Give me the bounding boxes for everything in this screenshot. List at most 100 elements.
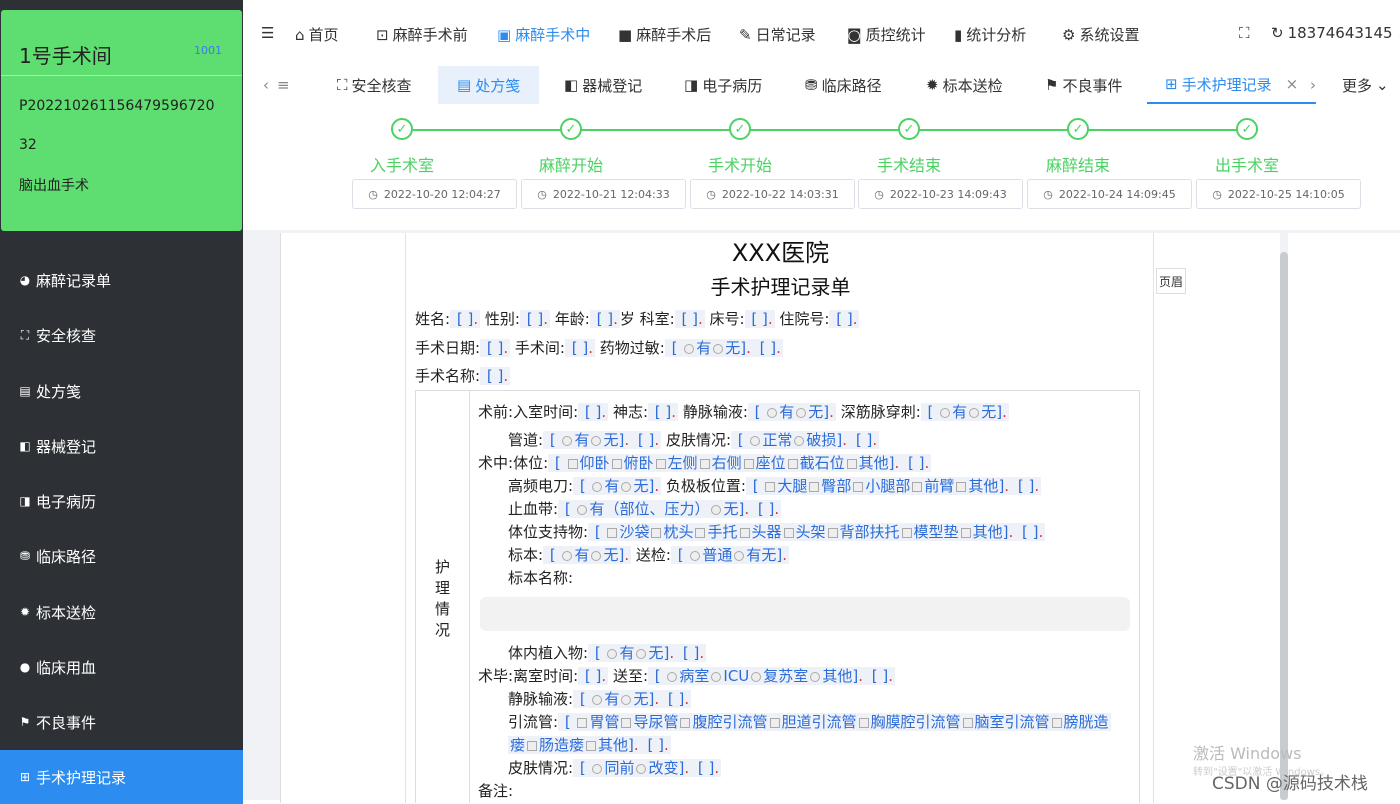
- step-time-input[interactable]: ◷ 2022-10-21 12:04:33: [521, 179, 686, 209]
- deep-vein-radio[interactable]: [ 有无].: [920, 403, 1009, 421]
- drain-checkbox-group[interactable]: [ 胃管 导尿管 腹腔引流管 胆道引流管 胸膜腔引流管 脑室引流管 膀胱造: [558, 713, 1111, 731]
- field-label: 性别:: [484, 310, 520, 328]
- nav-stats[interactable]: ▮ 统计分析: [954, 24, 1026, 45]
- inpatient-field[interactable]: [ ].: [829, 310, 860, 328]
- field-label: 体内植入物:: [508, 644, 589, 662]
- bed-field[interactable]: [ ].: [744, 310, 775, 328]
- drain-detail-field[interactable]: [ ].: [640, 736, 671, 754]
- close-icon[interactable]: ×: [1286, 75, 1299, 93]
- tab-emr[interactable]: ◨ 电子病历: [684, 66, 762, 104]
- name-field[interactable]: [ ].: [450, 310, 481, 328]
- tab-pathway[interactable]: ⛃ 临床路径: [805, 66, 882, 104]
- skin-detail-field[interactable]: [ ].: [849, 431, 880, 449]
- tube-radio[interactable]: [ 有无].: [543, 431, 632, 449]
- step-time-input[interactable]: ◷ 2022-10-23 14:09:43: [858, 179, 1023, 209]
- room-code: 1001: [194, 44, 222, 57]
- chevron-down-icon: ⌄: [1376, 76, 1389, 94]
- age-field[interactable]: [ ].: [589, 310, 620, 328]
- tab-prescription[interactable]: ▤ 处方笺: [438, 66, 540, 104]
- hf-knife-radio[interactable]: [ 有无].: [573, 477, 662, 495]
- nav-quality[interactable]: ◙ 质控统计: [847, 24, 926, 45]
- sidebar-item-anesthesia-record[interactable]: ◕ 麻醉记录单: [0, 253, 243, 307]
- support-checkbox-group[interactable]: [ 沙袋 枕头 手托 头器 头架 背部扶托 模型垫 其他].: [588, 523, 1016, 541]
- tab-nursing[interactable]: ⊞ 手术护理记录 ×: [1147, 66, 1317, 104]
- nav-post-op[interactable]: ■ 麻醉手术后: [618, 24, 711, 45]
- sidebar-item-nursing[interactable]: ⊞ 手术护理记录: [0, 750, 243, 804]
- dept-field[interactable]: [ ].: [674, 310, 705, 328]
- option-label: 胸膜腔引流管: [870, 713, 961, 731]
- tourniquet-radio[interactable]: [ 有（部位、压力） 无].: [558, 500, 752, 518]
- step-time-input[interactable]: ◷ 2022-10-25 14:10:05: [1196, 179, 1361, 209]
- entry-time-field[interactable]: [ ].: [578, 403, 609, 421]
- iv-radio[interactable]: [ 有无].: [747, 403, 836, 421]
- clock-icon: ◷: [1043, 187, 1053, 201]
- tourniquet-detail-field[interactable]: [ ].: [751, 500, 782, 518]
- post-skin-detail-field[interactable]: [ ].: [691, 759, 722, 777]
- allergy-radio[interactable]: [ 有无].: [664, 339, 753, 357]
- send-radio[interactable]: [ 普通 有无].: [670, 546, 790, 564]
- sidebar-item-adverse[interactable]: ⚑ 不良事件: [0, 695, 243, 749]
- position-checkbox-group[interactable]: [ 仰卧 俯卧 左侧 右侧 座位 截石位 其他].: [548, 454, 902, 472]
- position-detail-field[interactable]: [ ].: [901, 454, 932, 472]
- surgery-name-field[interactable]: [ ].: [480, 367, 511, 385]
- tab-bar: ‹ ≡ ⛶ 安全核查 ▤ 处方笺 ◧ 器械登记 ◨ 电子病历 ⛃ 临床路径 ✹ 标本送检 ⚑…: [243, 66, 1400, 104]
- post-iv-radio[interactable]: [ 有无].: [573, 690, 662, 708]
- intra-op-line-1: 术中:体位: [ 仰卧 俯卧 左侧 右侧 座位 截石位 其他]. [ ].: [478, 452, 932, 473]
- sidebar-item-blood[interactable]: ● 临床用血: [0, 640, 243, 694]
- implant-radio[interactable]: [ 有无].: [588, 644, 677, 662]
- tab-partial[interactable]: ≡: [277, 66, 290, 104]
- nav-daily[interactable]: ✎ 日常记录: [739, 24, 816, 45]
- tab-specimen[interactable]: ✹ 标本送检: [926, 66, 1003, 104]
- plate-detail-field[interactable]: [ ].: [1011, 477, 1042, 495]
- user-menu[interactable]: ↻18374643145⌄: [1271, 24, 1400, 42]
- nav-label: 系统设置: [1079, 26, 1140, 44]
- page-header-button[interactable]: 页眉: [1156, 268, 1186, 294]
- surgery-date-field[interactable]: [ ].: [480, 339, 511, 357]
- allergy-detail-field[interactable]: [ ].: [752, 339, 783, 357]
- step-time-input[interactable]: ◷ 2022-10-20 12:04:27: [352, 179, 517, 209]
- section-label: 术中:: [478, 454, 514, 472]
- sidebar-item-instrument[interactable]: ◧ 器械登记: [0, 419, 243, 473]
- leave-time-field[interactable]: [ ].: [578, 667, 609, 685]
- drain-checkbox-group-cont[interactable]: 瘘肠造瘘 其他].: [508, 736, 641, 754]
- sidebar-item-label: 不良事件: [36, 713, 97, 732]
- destination-detail-field[interactable]: [ ].: [864, 667, 895, 685]
- tube-detail-field[interactable]: [ ].: [631, 431, 662, 449]
- specimen-name-textarea[interactable]: [480, 597, 1130, 631]
- tab-scroll-right-icon[interactable]: ›: [1310, 66, 1316, 104]
- nav-pre-op[interactable]: ⊡ 麻醉手术前: [376, 24, 468, 45]
- option-label: 无: [981, 403, 997, 421]
- step-check-icon: ✓: [1236, 118, 1258, 140]
- sidebar-item-specimen[interactable]: ✹ 标本送检: [0, 585, 243, 639]
- nav-home[interactable]: ⌂ 首页: [295, 24, 339, 45]
- menu-fold-icon[interactable]: ☰: [261, 24, 274, 42]
- sidebar-item-prescription[interactable]: ▤ 处方笺: [0, 364, 243, 418]
- support-detail-field[interactable]: [ ].: [1015, 523, 1046, 541]
- tab-more[interactable]: 更多 ⌄: [1342, 66, 1389, 104]
- implant-detail-field[interactable]: [ ].: [676, 644, 707, 662]
- post-skin-radio[interactable]: [ 同前 改变].: [573, 759, 692, 777]
- nav-intra-op[interactable]: ▣ 麻醉手术中: [497, 24, 590, 45]
- surgery-room-field[interactable]: [ ].: [564, 339, 595, 357]
- sidebar-item-pathway[interactable]: ⛃ 临床路径: [0, 529, 243, 583]
- room-card[interactable]: 1号手术间 1001 P202210261156479596720 32 脑出血…: [1, 10, 242, 231]
- tab-safety[interactable]: ⛶ 安全核查: [337, 66, 412, 104]
- step-time-input[interactable]: ◷ 2022-10-24 14:09:45: [1027, 179, 1192, 209]
- scrollbar[interactable]: [1280, 252, 1288, 800]
- tab-instrument[interactable]: ◧ 器械登记: [564, 66, 642, 104]
- plate-checkbox-group[interactable]: [ 大腿 臀部 小腿部 前臂 其他].: [745, 477, 1012, 495]
- sidebar-item-emr[interactable]: ◨ 电子病历: [0, 474, 243, 528]
- step-time-input[interactable]: ◷ 2022-10-22 14:03:31: [690, 179, 855, 209]
- consciousness-field[interactable]: [ ].: [648, 403, 679, 421]
- tab-scroll-left-icon[interactable]: ‹: [263, 66, 269, 104]
- nav-settings[interactable]: ⚙ 系统设置: [1062, 24, 1139, 45]
- post-iv-detail-field[interactable]: [ ].: [661, 690, 692, 708]
- gender-field[interactable]: [ ].: [519, 310, 550, 328]
- step-label: 手术结束: [876, 156, 941, 175]
- fullscreen-icon[interactable]: ⛶: [1239, 24, 1250, 42]
- specimen-radio[interactable]: [ 有无].: [543, 546, 632, 564]
- sidebar-item-safety-check[interactable]: ⛶ 安全核查: [0, 308, 243, 362]
- skin-radio[interactable]: [ 正常 破损].: [731, 431, 850, 449]
- tab-adverse[interactable]: ⚑ 不良事件: [1045, 66, 1122, 104]
- destination-radio[interactable]: [ 病室 ICU 复苏室 其他].: [648, 667, 865, 685]
